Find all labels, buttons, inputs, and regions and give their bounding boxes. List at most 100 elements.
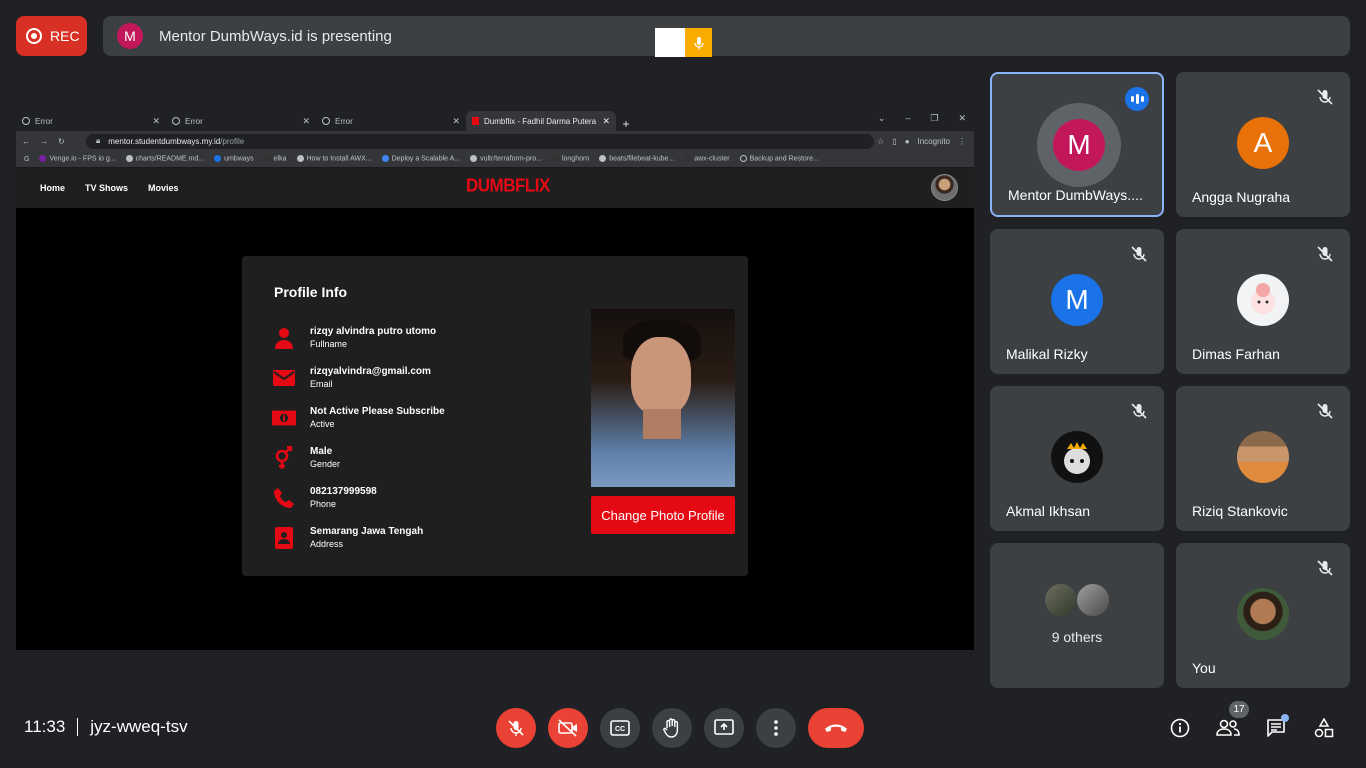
self-tile[interactable]: You <box>1176 543 1350 688</box>
browser-tab-active[interactable]: Dumbflix - Fadhil Darma Putera ✕ <box>466 111 616 131</box>
mic-off-icon <box>1131 246 1147 262</box>
activities-icon <box>1314 718 1334 738</box>
raise-hand-button[interactable] <box>652 708 692 748</box>
participant-tile[interactable]: Akmal Ikhsan <box>990 386 1164 531</box>
subscription-label: Active <box>310 419 335 429</box>
avatar <box>1044 583 1078 617</box>
participant-tile[interactable]: Dimas Farhan <box>1176 229 1350 374</box>
participant-tile[interactable]: Riziq Stankovic <box>1176 386 1350 531</box>
sidebar-icon[interactable]: ▯ <box>892 137 896 146</box>
close-icon[interactable]: ✕ <box>602 116 610 127</box>
dumbflix-logo[interactable]: DUMBFLIX <box>466 175 550 197</box>
leave-call-button[interactable] <box>808 708 864 748</box>
change-photo-button[interactable]: Change Photo Profile <box>591 496 735 534</box>
more-icon[interactable]: ⋮ <box>958 137 966 146</box>
bookmark-item[interactable]: beats/filebeat-kube... <box>599 155 674 163</box>
star-icon[interactable]: ☆ <box>877 137 884 146</box>
info-fullname: rizqy alvindra putro utomo Fullname <box>272 326 436 349</box>
bookmark-item[interactable]: How to Install AWX... <box>296 155 372 163</box>
tab-title: Error <box>185 116 203 126</box>
chevron-down-icon[interactable]: ⌄ <box>878 113 886 124</box>
avatar <box>1051 431 1103 483</box>
email-label: Email <box>310 379 333 389</box>
close-icon[interactable]: ✕ <box>452 116 460 127</box>
people-button[interactable] <box>1214 714 1242 742</box>
bookmark-item[interactable]: vultr/terraform-pro... <box>470 155 542 163</box>
address-value: Semarang Jawa Tengah <box>310 526 424 537</box>
presenting-banner: M Mentor DumbWays.id is presenting <box>103 16 1350 56</box>
profile-photo <box>591 309 735 487</box>
minimize-icon[interactable]: – <box>905 113 910 124</box>
avatar: M <box>1051 274 1103 326</box>
captions-icon: CC <box>610 720 630 736</box>
lock-icon: 🔒︎ <box>96 136 101 145</box>
bookmark-item[interactable]: charts/README.md... <box>125 155 204 163</box>
phone-value: 082137999598 <box>310 486 377 497</box>
more-options-button[interactable] <box>756 708 796 748</box>
activities-button[interactable] <box>1310 714 1338 742</box>
address-bar[interactable]: 🔒︎ mentor.studentdumbways.my.id/profile <box>86 133 874 149</box>
speaking-icon <box>1125 87 1149 111</box>
nav-movies[interactable]: Movies <box>148 183 179 193</box>
nav-tv-shows[interactable]: TV Shows <box>85 183 128 193</box>
nav-home[interactable]: Home <box>40 183 65 193</box>
camera-toggle-button[interactable] <box>548 708 588 748</box>
captions-button[interactable]: CC <box>600 708 640 748</box>
shared-screen: Error ✕ Error ✕ Error ✕ Dumbflix - Fadhil D… <box>16 109 974 650</box>
info-subscription: Not Active Please Subscribe Active <box>272 406 445 429</box>
bookmark-item[interactable]: longhorn <box>551 155 589 163</box>
dumbflix-navbar: Home TV Shows Movies DUMBFLIX <box>16 168 974 208</box>
participant-name: Dimas Farhan <box>1192 346 1280 362</box>
meeting-code[interactable]: jyz-wweq-tsv <box>90 717 187 737</box>
meeting-details-button[interactable] <box>1166 714 1194 742</box>
bookmark-item[interactable]: Venge.io - FPS io g... <box>39 155 116 163</box>
close-icon[interactable]: ✕ <box>958 113 966 124</box>
participant-name: Angga Nugraha <box>1192 189 1291 205</box>
participant-name: Mentor DumbWays.... <box>1008 187 1143 203</box>
info-icon <box>1170 718 1190 738</box>
address-icon <box>272 526 296 549</box>
mic-off-icon <box>508 720 524 736</box>
mic-off-icon <box>1317 560 1333 576</box>
phone-label: Phone <box>310 499 337 509</box>
reload-icon[interactable]: ↻ <box>58 137 65 146</box>
bookmark-item[interactable]: umbways <box>214 155 254 163</box>
participant-tile[interactable]: A Angga Nugraha <box>1176 72 1350 217</box>
present-screen-button[interactable] <box>704 708 744 748</box>
email-value: rizqyalvindra@gmail.com <box>310 366 431 377</box>
user-avatar[interactable] <box>931 174 958 201</box>
bookmark-item[interactable]: Deploy a Scalable A... <box>381 155 460 163</box>
avatar <box>1237 588 1289 640</box>
browser-tab[interactable]: Error ✕ <box>316 111 466 131</box>
presenting-text: Mentor DumbWays.id is presenting <box>159 27 392 45</box>
people-icon <box>1216 719 1240 736</box>
close-icon[interactable]: ✕ <box>302 116 310 127</box>
browser-tab[interactable]: Error ✕ <box>166 111 316 131</box>
bookmark-item[interactable]: elka <box>263 155 287 163</box>
others-tile[interactable]: 9 others <box>990 543 1164 688</box>
recording-indicator[interactable]: REC <box>16 16 87 56</box>
record-icon <box>26 28 42 44</box>
browser-toolbar: ← → ↻ 🔒︎ mentor.studentdumbways.my.id/pr… <box>16 131 974 151</box>
avatar <box>1237 431 1289 483</box>
restore-icon[interactable]: ❐ <box>930 113 938 124</box>
bookmark-item[interactable]: awx-cluster <box>684 155 730 163</box>
forward-icon[interactable]: → <box>40 137 48 146</box>
info-email: rizqyalvindra@gmail.com Email <box>272 366 431 389</box>
participant-tile[interactable]: M Mentor DumbWays.... <box>990 72 1164 217</box>
mic-icon <box>693 36 704 49</box>
participant-tile[interactable]: M Malikal Rizky <box>990 229 1164 374</box>
others-count: 9 others <box>1051 629 1103 645</box>
mic-off-icon <box>1317 403 1333 419</box>
mic-toggle-button[interactable] <box>496 708 536 748</box>
chat-notification-dot <box>1281 714 1289 722</box>
browser-tab[interactable]: Error ✕ <box>16 111 166 131</box>
new-tab-button[interactable]: + <box>616 117 636 131</box>
back-icon[interactable]: ← <box>22 137 30 146</box>
close-icon[interactable]: ✕ <box>152 116 160 127</box>
mic-off-icon <box>1317 246 1333 262</box>
participant-name: You <box>1192 660 1216 676</box>
people-count-badge: 17 <box>1229 701 1249 718</box>
bookmark-item[interactable]: Backup and Restore... <box>739 155 819 163</box>
google-icon[interactable]: G <box>24 156 29 163</box>
